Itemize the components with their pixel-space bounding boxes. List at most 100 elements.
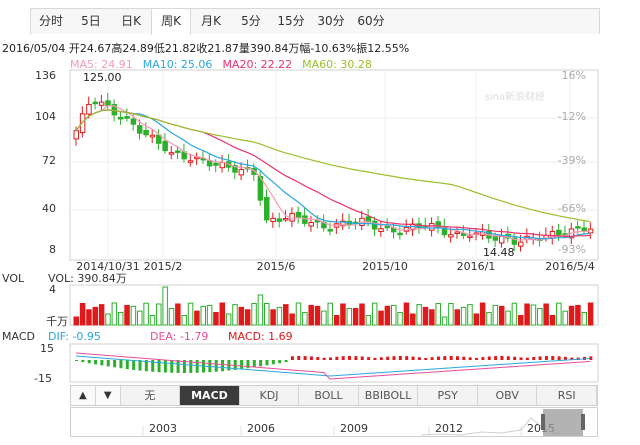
volume-bar: [143, 302, 149, 326]
volume-bar: [194, 310, 200, 326]
price-tick: 8: [49, 243, 56, 256]
macd-top-tick: 15: [40, 342, 54, 355]
macd-bar: [81, 360, 85, 363]
macd-bar: [519, 357, 523, 360]
low-annotation: 14.48: [483, 246, 515, 259]
volume-bar: [473, 313, 480, 326]
indicator-button-0[interactable]: 无: [121, 386, 181, 405]
volume-bar: [403, 302, 410, 326]
macd-bar: [87, 360, 91, 364]
macd-bar: [157, 360, 161, 373]
macd-label: MACD: [2, 330, 35, 343]
candle-body: [168, 152, 175, 155]
macd-bar: [538, 356, 542, 360]
indicator-toolbar: ▲ ▼ 无 MACD KDJ BOLL BBIBOLL PSY OBV RSI: [70, 385, 598, 406]
volume-bar: [187, 302, 194, 326]
price-axis: 136 104 72 40 8: [35, 69, 56, 256]
candlesticks: [73, 92, 594, 252]
high-annotation: 125.00: [83, 71, 122, 84]
macd-bar: [132, 360, 136, 370]
navigator-window[interactable]: [543, 409, 583, 436]
volume-bar: [105, 313, 111, 326]
macd-bar: [557, 356, 561, 360]
indicator-button-4[interactable]: BBIBOLL: [359, 386, 419, 405]
macd-bar: [329, 357, 332, 360]
volume-bar: [479, 302, 486, 326]
volume-bar: [73, 316, 79, 326]
date-tick: 2016/1: [457, 260, 496, 273]
volume-bar: [206, 304, 213, 326]
macd-bar: [309, 356, 313, 360]
navigator-year: 2009: [340, 422, 368, 435]
volume-bar: [175, 303, 181, 326]
macd-bar: [373, 357, 377, 360]
volume-bar: [467, 304, 473, 326]
volume-bar: [86, 309, 92, 326]
volume-bar: [498, 305, 505, 326]
pct-tick: 16%: [562, 69, 586, 82]
macd-bar: [125, 360, 129, 370]
volume-bar: [327, 302, 333, 326]
candle-body: [149, 134, 156, 138]
volume-bar: [124, 304, 130, 326]
macd-bar: [379, 357, 383, 360]
volume-bar: [587, 302, 594, 326]
date-tick: 2015/6: [257, 260, 296, 273]
indicator-button-1[interactable]: MACD: [180, 386, 240, 405]
macd-bar: [195, 360, 199, 373]
candle-body: [327, 229, 333, 232]
navigator-year: 2006: [247, 422, 275, 435]
macd-bar: [106, 360, 110, 367]
volume-bar: [314, 305, 321, 326]
volume-bar: [162, 286, 168, 326]
watermark: sina新浪财经: [485, 90, 545, 103]
indicator-button-6[interactable]: OBV: [478, 386, 538, 405]
volume-bar: [200, 305, 206, 326]
kline-chart[interactable]: 136 104 72 40 8 16% -12% -39% -66% -93% sina新浪财经…: [0, 0, 640, 385]
range-navigator[interactable]: 20032006200920122015: [70, 407, 598, 437]
volume-bar: [111, 302, 118, 326]
macd-bar: [335, 356, 339, 360]
ma-line: [75, 105, 591, 241]
macd-bar: [500, 356, 504, 360]
macd-bar: [475, 357, 479, 360]
volume-bar: [549, 314, 556, 326]
scroll-right-button[interactable]: ▼: [95, 386, 121, 405]
macd-bar: [214, 360, 218, 372]
macd-bar: [525, 357, 529, 360]
volume-bar: [524, 303, 530, 326]
scroll-left-button[interactable]: ▲: [71, 386, 96, 405]
macd-bar: [532, 356, 536, 360]
volume-bar: [98, 304, 105, 326]
indicator-button-2[interactable]: KDJ: [240, 386, 300, 405]
candle-body: [92, 101, 99, 105]
candle-body: [308, 222, 314, 227]
candle-body: [448, 234, 454, 238]
candle-body: [302, 215, 308, 224]
volume-bar: [92, 306, 99, 326]
macd-bar: [303, 356, 307, 360]
volume-bar: [346, 308, 353, 326]
macd-bar: [506, 356, 510, 360]
indicator-button-3[interactable]: BOLL: [299, 386, 359, 405]
navigator-right-handle[interactable]: [581, 414, 585, 430]
volume-bar: [575, 304, 581, 326]
volume-bar: [289, 313, 295, 326]
vol-value: VOL: 390.84万: [48, 272, 127, 285]
macd-bar: [411, 356, 415, 360]
indicator-button-7[interactable]: RSI: [537, 386, 597, 405]
volume-bar: [181, 314, 187, 326]
indicator-button-5[interactable]: PSY: [418, 386, 478, 405]
price-tick: 136: [35, 69, 56, 82]
macd-bar: [386, 356, 390, 360]
candle-body: [384, 225, 391, 229]
volume-bar: [321, 310, 327, 326]
date-tick: 2016/5/4: [545, 260, 594, 273]
macd-bar: [468, 357, 472, 360]
volume-bar: [276, 306, 283, 326]
macd-bar: [259, 360, 263, 367]
navigator-left-handle[interactable]: [541, 414, 545, 430]
volume-bar: [422, 306, 429, 326]
macd-bar: [100, 360, 104, 366]
macd-bar: [113, 360, 117, 368]
